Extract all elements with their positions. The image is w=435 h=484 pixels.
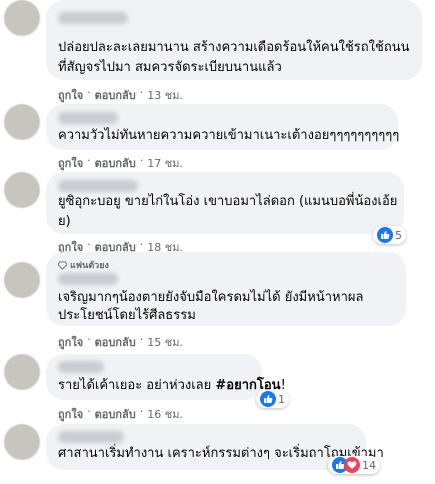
badge-label: แฟนตัวยง bbox=[70, 261, 109, 271]
timestamp[interactable]: 15 ชม. bbox=[147, 333, 183, 351]
separator: · bbox=[87, 333, 91, 346]
like-reaction-icon bbox=[377, 227, 393, 243]
avatar[interactable] bbox=[4, 172, 40, 208]
comment-text-line: ประโยชน์โดยไร้ศีลธรรม bbox=[58, 308, 196, 323]
avatar[interactable] bbox=[4, 262, 40, 298]
separator: · bbox=[139, 86, 144, 99]
commenter-name-blurred[interactable] bbox=[58, 12, 128, 24]
like-reaction-icon bbox=[260, 391, 276, 407]
commenter-name-blurred[interactable] bbox=[58, 112, 118, 124]
separator: · bbox=[139, 333, 144, 346]
separator: · bbox=[139, 154, 144, 167]
separator: · bbox=[87, 86, 91, 99]
timestamp[interactable]: 16 ชม. bbox=[147, 405, 183, 423]
commenter-name-blurred[interactable] bbox=[58, 180, 138, 192]
comment-actions: ถูกใจ · ตอบกลับ · 17 ชม. bbox=[58, 154, 183, 172]
comment-text-line: ย) bbox=[58, 214, 71, 229]
comment-text-line: ที่สัญจรไปมา สมควรจัดระเบียบนานแล้ว bbox=[58, 60, 282, 75]
reply-link[interactable]: ตอบกลับ bbox=[95, 86, 136, 104]
commenter-name-blurred[interactable] bbox=[58, 431, 124, 443]
separator: · bbox=[87, 154, 91, 167]
like-link[interactable]: ถูกใจ bbox=[58, 154, 83, 172]
comment-actions: ถูกใจ · ตอบกลับ · 13 ชม. bbox=[58, 86, 183, 104]
comment-actions: ถูกใจ · ตอบกลับ · 16 ชม. bbox=[58, 405, 183, 423]
reply-link[interactable]: ตอบกลับ bbox=[95, 154, 136, 172]
avatar[interactable] bbox=[4, 354, 40, 390]
top-fan-badge-overlay: แฟนตัวยง bbox=[58, 258, 109, 272]
commenter-name-blurred[interactable] bbox=[58, 273, 118, 285]
timestamp[interactable]: 13 ชม. bbox=[147, 86, 183, 104]
comment-text: รายได้เค้าเยอะ อย่าห่วงเลย bbox=[58, 378, 216, 393]
reaction-summary[interactable]: 5 bbox=[373, 226, 406, 244]
avatar[interactable] bbox=[4, 104, 40, 140]
comment-text-line: ยูซิอุกะบอยู ขายไก่ในโอ่ง เขาบอมาไล่ดอก … bbox=[58, 194, 398, 209]
reaction-summary[interactable]: 14 bbox=[328, 456, 380, 474]
love-reaction-icon bbox=[344, 457, 360, 473]
comment-text-line: เจริญมากๆน้องตายยังจับมือใครดมไม่ได้ ยัง… bbox=[58, 290, 364, 305]
reaction-count: 5 bbox=[395, 228, 402, 242]
reaction-count: 1 bbox=[278, 392, 285, 406]
like-link[interactable]: ถูกใจ bbox=[58, 86, 83, 104]
reaction-summary[interactable]: 1 bbox=[256, 390, 289, 408]
like-link[interactable]: ถูกใจ bbox=[58, 333, 83, 351]
reply-link[interactable]: ตอบกลับ bbox=[95, 405, 136, 423]
separator: · bbox=[87, 405, 91, 418]
reaction-count: 14 bbox=[362, 458, 376, 472]
like-link[interactable]: ถูกใจ bbox=[58, 405, 83, 423]
avatar[interactable] bbox=[4, 424, 40, 460]
reply-link[interactable]: ตอบกลับ bbox=[95, 333, 136, 351]
comment-text-line: ปล่อยปละละเลยมานาน สร้างความเดือดร้อนให้… bbox=[58, 40, 410, 55]
separator: · bbox=[139, 405, 144, 418]
comment-text-line: ความวัวไม่ทันหายความควายเข้ามาเนาะเต้างอ… bbox=[58, 128, 400, 143]
comment-actions: ถูกใจ · ตอบกลับ · 15 ชม. bbox=[58, 333, 183, 351]
timestamp[interactable]: 17 ชม. bbox=[147, 154, 183, 172]
comment-text-line: รายได้เค้าเยอะ อย่าห่วงเลย #อยากโอน! bbox=[58, 376, 286, 396]
avatar[interactable] bbox=[4, 0, 40, 36]
commenter-name-blurred[interactable] bbox=[58, 361, 104, 373]
